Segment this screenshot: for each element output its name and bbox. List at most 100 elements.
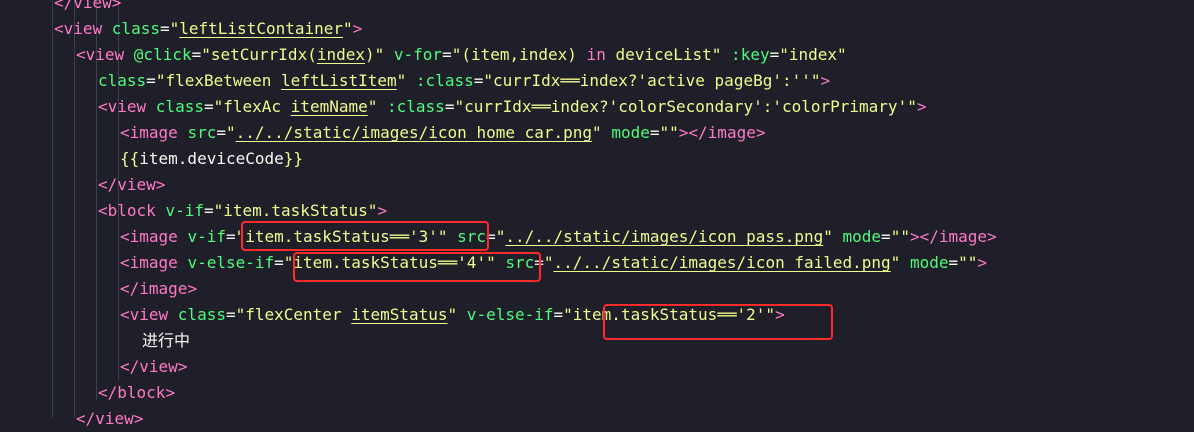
code-token: <image bbox=[120, 253, 188, 272]
code-token: {{ bbox=[120, 149, 140, 168]
code-token: = bbox=[274, 253, 284, 272]
code-line[interactable]: class="flexBetween leftListItem" :class=… bbox=[98, 68, 830, 94]
code-line[interactable]: {{item.deviceCode}} bbox=[120, 146, 303, 172]
code-token: > bbox=[820, 71, 831, 90]
code-token: > bbox=[133, 409, 144, 428]
code-line[interactable]: </block> bbox=[98, 380, 175, 406]
code-token: index bbox=[316, 45, 365, 64]
code-token: = bbox=[553, 305, 564, 324]
code-token: = bbox=[225, 227, 236, 246]
code-line[interactable]: <view @click="setCurrIdx(index)" v-for="… bbox=[76, 42, 847, 68]
code-line[interactable]: <image src="../../static/images/icon_hom… bbox=[120, 120, 765, 146]
highlight-box-status-4 bbox=[293, 252, 541, 282]
code-token: <view bbox=[98, 97, 156, 116]
code-token: </ bbox=[76, 409, 96, 428]
code-line[interactable]: <view class="flexAc itemName" :class="cu… bbox=[98, 94, 926, 120]
code-line[interactable]: </view> bbox=[54, 0, 121, 16]
code-token: = bbox=[203, 201, 214, 220]
code-token: > bbox=[187, 279, 198, 298]
code-token: "" bbox=[958, 253, 978, 272]
code-line[interactable]: 进行中 bbox=[142, 328, 190, 354]
code-token: "flexBetween bbox=[155, 71, 282, 90]
code-token: )" bbox=[365, 45, 385, 64]
code-token: image bbox=[707, 123, 756, 142]
indent-guide bbox=[74, 0, 75, 418]
code-token: :key bbox=[721, 45, 770, 64]
code-token: class bbox=[177, 305, 226, 324]
code-token: class bbox=[98, 71, 147, 90]
code-token: v-else-if bbox=[457, 305, 554, 324]
code-token: = bbox=[225, 305, 236, 324]
code-line[interactable]: </view> bbox=[76, 406, 143, 432]
code-token: " bbox=[396, 71, 407, 90]
highlight-box-status-2 bbox=[603, 304, 833, 340]
code-token: view bbox=[95, 409, 134, 428]
code-token: = bbox=[203, 97, 214, 116]
code-line[interactable]: <image v-else-if="item.taskStatus══'4'" … bbox=[120, 250, 987, 276]
code-token: > bbox=[377, 201, 388, 220]
code-token: = bbox=[216, 123, 226, 142]
code-line[interactable]: </image> bbox=[120, 276, 197, 302]
code-token: " bbox=[367, 97, 378, 116]
code-token: image bbox=[938, 227, 988, 246]
code-token: > bbox=[977, 253, 988, 272]
code-editor[interactable]: </view> <view class="leftListContainer"> <… bbox=[0, 0, 1194, 428]
code-token: class bbox=[111, 19, 160, 38]
code-token: view bbox=[73, 0, 112, 12]
code-token: itemName bbox=[290, 97, 368, 116]
code-token: " bbox=[823, 227, 833, 246]
code-token: " bbox=[225, 123, 236, 142]
code-token: itemStatus bbox=[351, 305, 448, 324]
code-token: "index" bbox=[779, 45, 847, 64]
code-token: > bbox=[987, 227, 997, 246]
code-token: <image bbox=[120, 123, 188, 142]
code-token: leftListItem bbox=[281, 71, 397, 90]
code-token: :class bbox=[377, 97, 445, 116]
code-line[interactable]: <view class="leftListContainer"> bbox=[54, 16, 362, 42]
code-token: v-if bbox=[187, 227, 226, 246]
code-token: > bbox=[352, 19, 363, 38]
code-token: <block bbox=[98, 201, 166, 220]
code-token: 进行中 bbox=[142, 331, 191, 350]
code-token: ../../static/images/icon_home_car.png bbox=[235, 123, 593, 142]
code-token: v-if bbox=[165, 201, 204, 220]
code-token: view bbox=[117, 175, 156, 194]
code-token: = bbox=[881, 227, 891, 246]
code-token: = bbox=[159, 19, 170, 38]
code-token: <view bbox=[76, 45, 134, 64]
code-line[interactable]: </view> bbox=[120, 354, 187, 380]
code-token: ../../static/images/icon_failed.png bbox=[553, 253, 891, 272]
code-token: </ bbox=[120, 357, 140, 376]
code-token: = bbox=[442, 45, 452, 64]
code-token: src bbox=[187, 123, 217, 142]
code-token: image bbox=[139, 279, 188, 298]
code-token: " bbox=[592, 123, 602, 142]
code-token: v-for bbox=[384, 45, 443, 64]
code-token: @click bbox=[133, 45, 192, 64]
code-token: view bbox=[139, 357, 178, 376]
code-token: = bbox=[444, 97, 455, 116]
code-line[interactable]: </view> bbox=[98, 172, 165, 198]
code-token: " bbox=[169, 19, 180, 38]
code-token: "setCurrIdx( bbox=[201, 45, 317, 64]
code-token: mode bbox=[601, 123, 650, 142]
code-token: "currIdx══index?'active pageBg':''" bbox=[483, 71, 821, 90]
code-token: " bbox=[495, 227, 506, 246]
code-token: > bbox=[111, 0, 122, 12]
code-token: = bbox=[649, 123, 660, 142]
code-token: "" bbox=[890, 227, 910, 246]
code-token: mode bbox=[832, 227, 882, 246]
code-token: = bbox=[146, 71, 156, 90]
code-token: " bbox=[543, 253, 554, 272]
code-token: ></ bbox=[909, 227, 939, 246]
code-token: :class bbox=[406, 71, 474, 90]
code-token: > bbox=[177, 357, 188, 376]
code-token: </ bbox=[98, 175, 118, 194]
code-token: }} bbox=[283, 149, 304, 168]
code-token: leftListContainer bbox=[179, 19, 344, 38]
code-token: " bbox=[447, 305, 458, 324]
code-token: > bbox=[755, 123, 766, 142]
code-token: = bbox=[191, 45, 202, 64]
code-token: " bbox=[890, 253, 901, 272]
code-token: "item.taskStatus" bbox=[213, 201, 378, 220]
